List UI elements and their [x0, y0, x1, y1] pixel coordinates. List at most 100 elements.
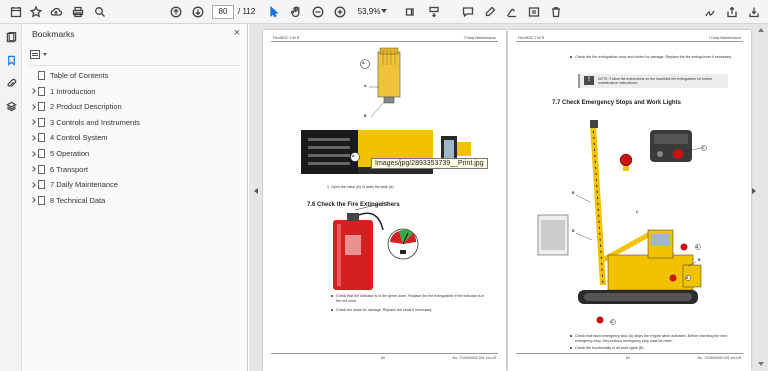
chevron-right-icon[interactable] [29, 115, 37, 130]
pdf-page-right: FlexiROC T40 R 7 Daily Maintenance Check… [508, 30, 751, 371]
close-icon[interactable]: × [231, 27, 243, 39]
scroll-left-arrow-icon[interactable] [254, 188, 258, 194]
bookmark-page-icon [38, 149, 45, 158]
bookmark-item[interactable]: 3 Controls and Instruments [23, 115, 248, 130]
chevron-right-icon[interactable] [29, 84, 37, 99]
print-icon[interactable] [70, 4, 86, 20]
next-page-icon[interactable] [190, 4, 206, 20]
bookmark-page-icon [38, 86, 45, 96]
callout-label-c2: C [611, 320, 614, 324]
bookmark-label: Table of Contents [50, 71, 109, 80]
bookmark-label: 2 Product Description [50, 102, 122, 112]
callout-label-c: C [702, 146, 705, 150]
scroll-right-arrow-icon[interactable] [752, 188, 756, 194]
callout-label-c3: C [636, 210, 639, 214]
chevron-right-icon[interactable] [29, 130, 37, 145]
bullet-text-indicator: Check that the indicator is in the green… [336, 294, 485, 303]
callout-label-a: A [696, 245, 699, 249]
bookmark-page-icon [38, 133, 45, 143]
divider [30, 65, 240, 66]
bookmark-page-icon [38, 180, 45, 190]
bookmark-item[interactable]: 2 Product Description [23, 99, 248, 114]
scroll-down-arrow-icon[interactable] [758, 362, 764, 366]
bookmark-item[interactable]: 4 Control System [23, 130, 248, 145]
sign-icon[interactable] [702, 4, 718, 20]
comment-icon[interactable] [460, 4, 476, 20]
bookmark-item[interactable]: Table of Contents [23, 68, 248, 83]
layers-icon[interactable] [4, 99, 18, 113]
callout-label-a2: A [686, 276, 689, 280]
scroll-up-arrow-icon[interactable] [758, 28, 764, 32]
chevron-down-icon [43, 52, 47, 56]
draw-icon[interactable] [504, 4, 520, 20]
bookmark-item[interactable]: 5 Operation [23, 146, 248, 161]
fit-page-icon[interactable] [402, 4, 418, 20]
page-number: 80 [381, 356, 385, 360]
home-icon[interactable] [8, 4, 24, 20]
bookmark-icon[interactable] [4, 53, 18, 67]
delete-icon[interactable] [548, 4, 564, 20]
bookmarks-panel: Bookmarks × Table of Contents 1 Introduct… [23, 24, 248, 371]
highlight-pen-icon[interactable] [482, 4, 498, 20]
bookmark-options-button[interactable] [30, 48, 54, 60]
zoom-in-icon[interactable] [332, 4, 348, 20]
search-icon[interactable] [92, 4, 108, 20]
chevron-right-icon[interactable] [29, 162, 37, 177]
left-nav [0, 24, 22, 371]
cloud-upload-icon[interactable] [48, 4, 64, 20]
page-number-input[interactable]: 80 [212, 5, 234, 19]
bookmark-label: 4 Control System [50, 133, 108, 143]
chevron-right-icon[interactable] [29, 193, 37, 208]
zoom-out-icon[interactable] [310, 4, 326, 20]
bookmark-item[interactable]: 8 Technical Data [23, 193, 248, 208]
bookmarks-title: Bookmarks [32, 29, 75, 39]
bookmark-label: 3 Controls and Instruments [50, 117, 141, 127]
pdf-page-left: FlexiROC T40 R 7 Daily Maintenance A A A… [263, 30, 506, 371]
bullet-text-seals: Check the seals for damage. Replace the … [336, 308, 433, 312]
bookmark-page-icon [38, 164, 45, 174]
bookmark-label: 5 Operation [50, 149, 90, 158]
bookmark-page-icon [38, 195, 45, 205]
bookmark-item[interactable]: 6 Transport [23, 162, 248, 177]
image-path-tooltip: Images/jpg/2893353739__Print.jpg [371, 158, 488, 169]
bookmark-page-icon [38, 102, 45, 112]
callout-label-b3: B [698, 258, 701, 262]
share-icon[interactable] [724, 4, 740, 20]
footer-rule [516, 353, 743, 354]
toolbar: 80 / 112 53,9% [0, 0, 768, 24]
select-cursor-icon[interactable] [266, 4, 282, 20]
star-icon[interactable] [28, 4, 44, 20]
bullet-text-estop: Check that each emergency stop (A) stops… [575, 334, 728, 343]
chevron-right-icon[interactable] [29, 146, 37, 161]
document-number: No. 7G3009432.001 en-US [452, 356, 496, 360]
document-number: No. 7G3009432.001 en-US [697, 356, 741, 360]
fire-extinguisher-figure [333, 201, 419, 290]
drill-rig-figure [537, 120, 707, 325]
prev-page-icon[interactable] [168, 4, 184, 20]
hand-tool-icon[interactable] [288, 4, 304, 20]
page-total: / 112 [238, 7, 256, 16]
callout-label-b: B [572, 191, 575, 195]
vertical-scrollbar[interactable] [758, 28, 764, 366]
bookmark-item[interactable]: 1 Introduction [23, 84, 248, 99]
bookmark-label: 8 Technical Data [50, 195, 106, 205]
bookmark-label: 1 Introduction [50, 86, 96, 96]
bookmark-item[interactable]: 7 Daily Maintenance [23, 177, 248, 192]
page-thumbnails-icon[interactable] [4, 30, 18, 44]
callout-label-b2: B [572, 229, 575, 233]
scroll-mode-icon[interactable] [426, 4, 442, 20]
footer-rule [271, 353, 498, 354]
download-icon[interactable] [746, 4, 762, 20]
bookmark-label: 7 Daily Maintenance [50, 180, 118, 190]
bookmark-label: 6 Transport [50, 164, 88, 174]
bookmark-page-icon [38, 117, 45, 127]
list-options-icon [30, 49, 40, 59]
bullet-text-worklights: Check the functionality of all work ligh… [575, 346, 645, 350]
chevron-right-icon[interactable] [29, 99, 37, 114]
bookmark-page-icon [38, 71, 45, 80]
page-number: 81 [626, 356, 630, 360]
stamp-icon[interactable] [526, 4, 542, 20]
chevron-right-icon[interactable] [29, 177, 37, 192]
attachment-icon[interactable] [4, 76, 18, 90]
zoom-dropdown-icon[interactable] [381, 9, 387, 13]
